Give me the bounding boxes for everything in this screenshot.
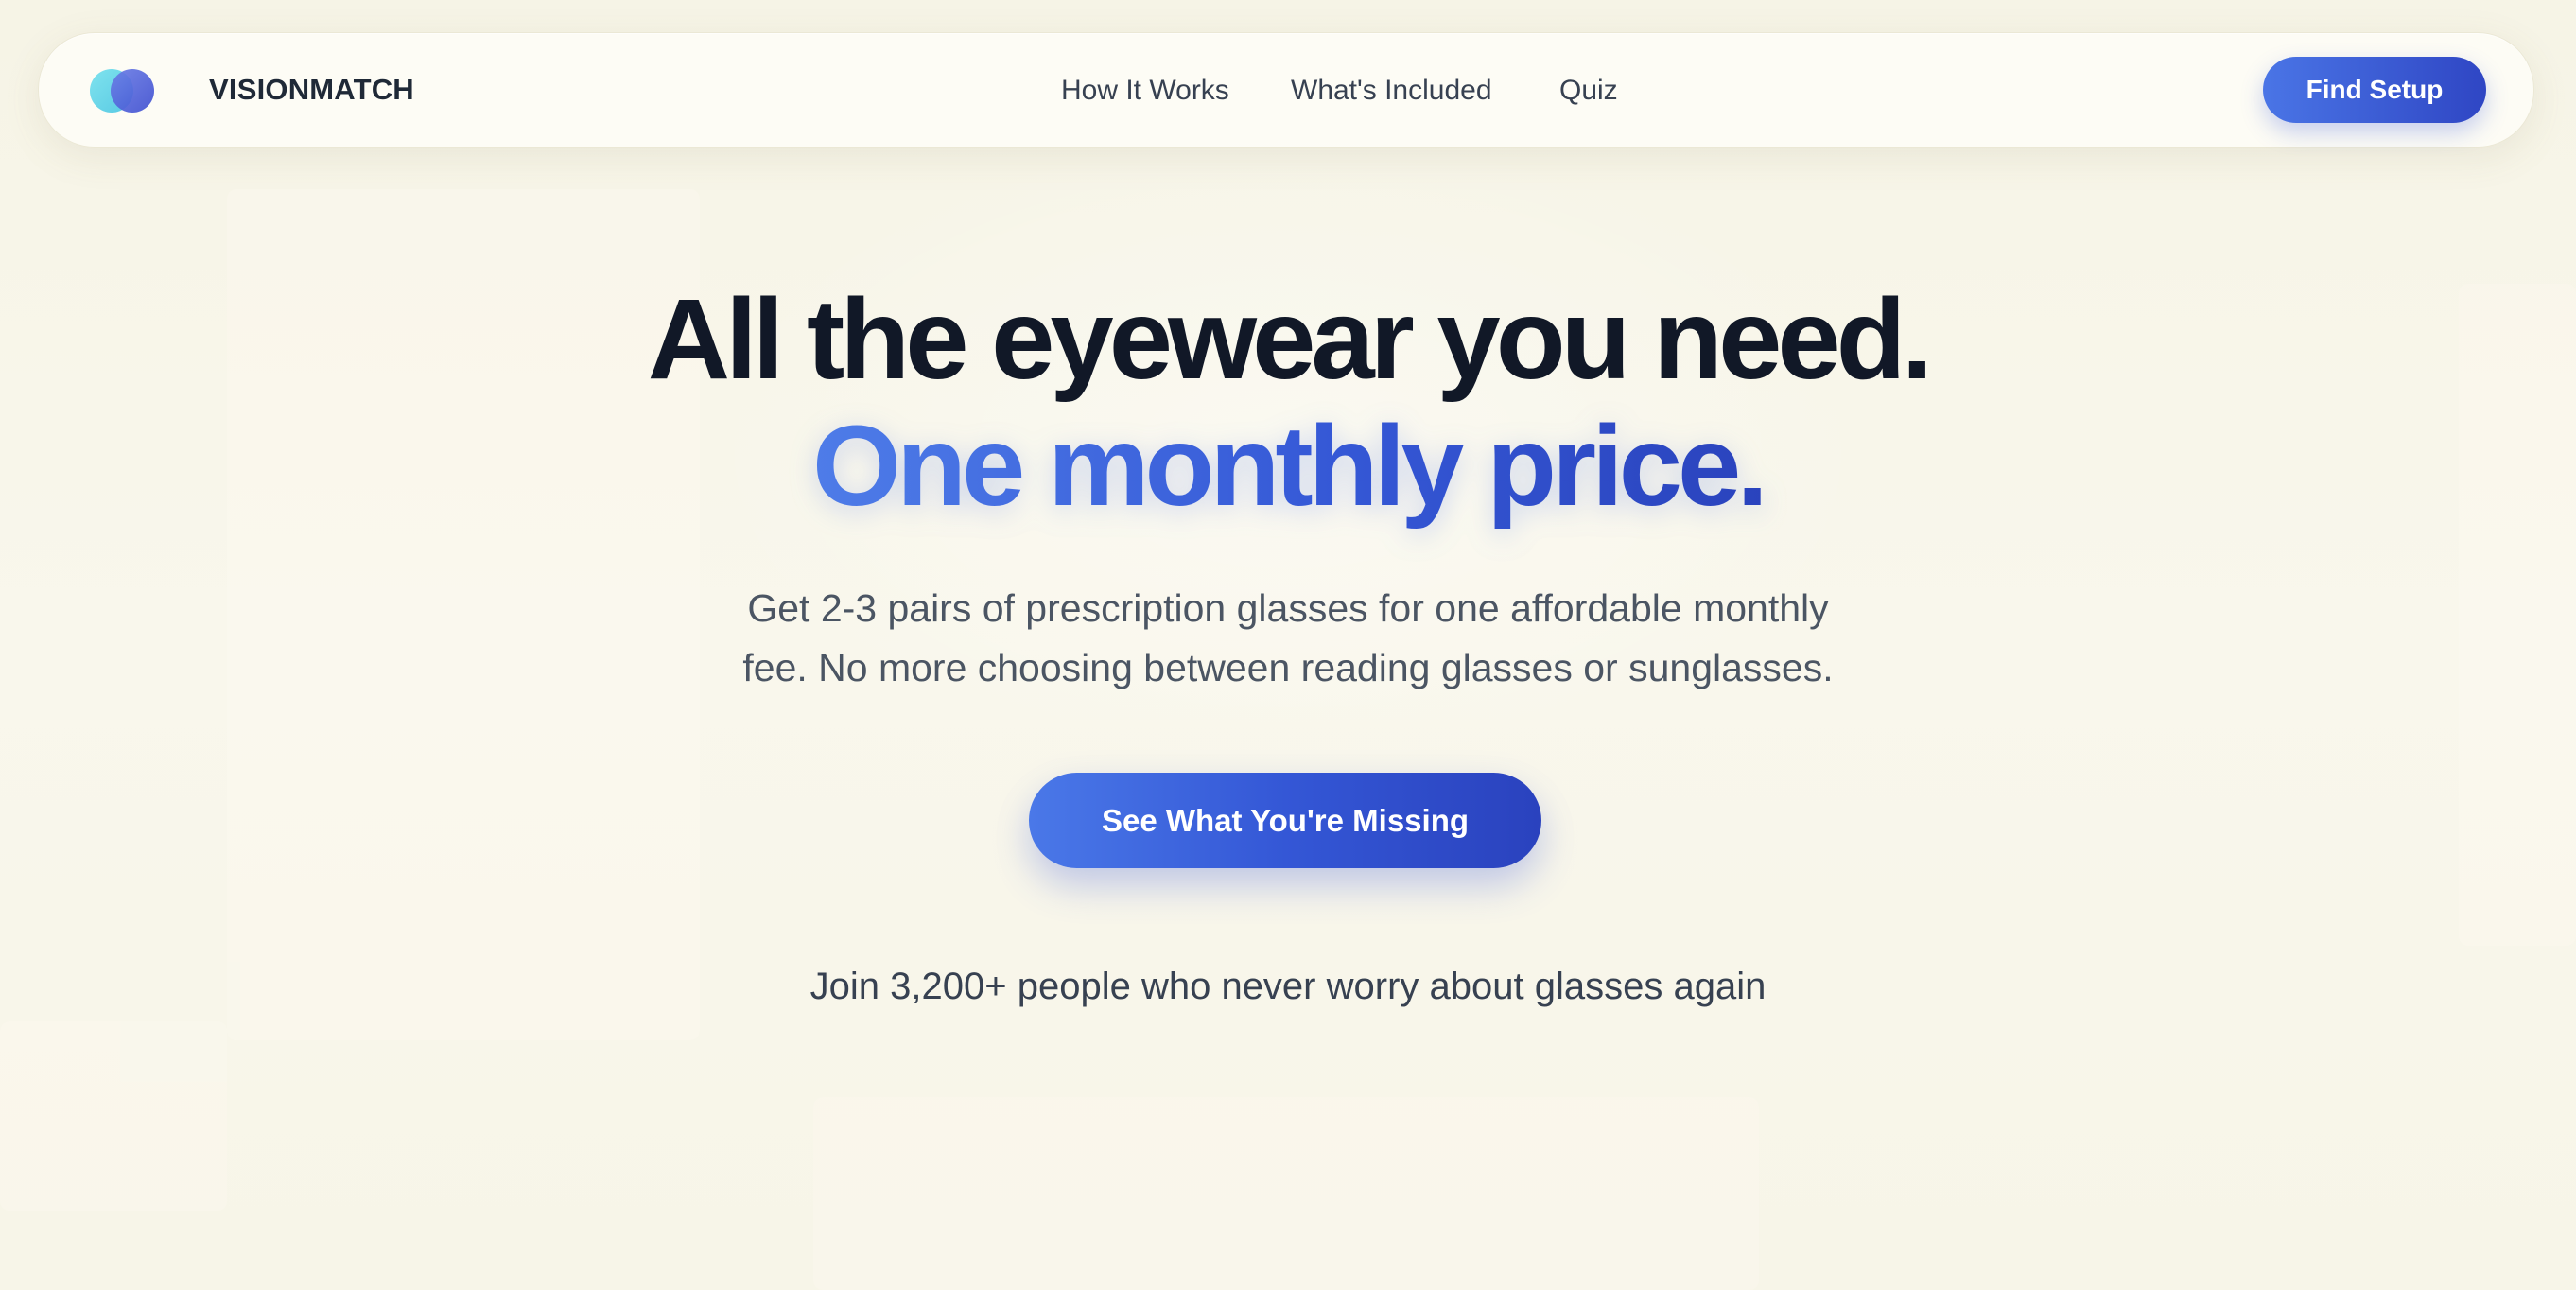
nav-link-how-it-works[interactable]: How It Works xyxy=(1061,75,1229,107)
hero-title-highlight: One monthly price. xyxy=(812,401,1768,530)
see-what-youre-missing-button[interactable]: See What You're Missing xyxy=(1029,773,1541,868)
hero-title-line-1: All the eyewear you need. xyxy=(647,274,1933,403)
hero-title-line-2: One monthly price. xyxy=(0,409,2576,523)
top-navigation-bar: VISIONMATCH How It Works What's Included… xyxy=(38,32,2534,148)
nav-link-whats-included[interactable]: What's Included xyxy=(1291,75,1492,107)
hero-subtitle-line-1: Get 2-3 pairs of prescription glasses fo… xyxy=(747,586,1829,630)
nav-links: How It Works What's Included Quiz xyxy=(39,75,2533,113)
hero-subtitle-line-2: fee. No more choosing between reading gl… xyxy=(742,646,1834,689)
nav-link-quiz[interactable]: Quiz xyxy=(1559,75,1618,107)
social-proof-text: Join 3,200+ people who never worry about… xyxy=(809,966,1767,1007)
find-setup-button[interactable]: Find Setup xyxy=(2263,57,2486,123)
hero-subtitle: Get 2-3 pairs of prescription glasses fo… xyxy=(0,579,2576,698)
